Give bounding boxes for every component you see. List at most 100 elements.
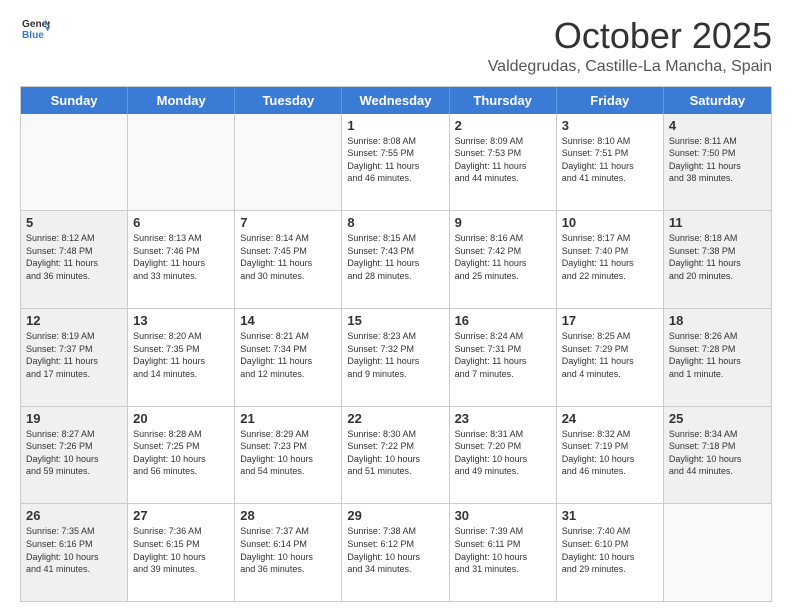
calendar-cell: 13 Sunrise: 8:20 AM Sunset: 7:35 PM Dayli…	[128, 309, 235, 406]
calendar-row: 12Sunrise: 8:19 AM Sunset: 7:37 PM Dayli…	[21, 308, 771, 406]
day-number: 2	[455, 118, 551, 133]
cell-info: Sunrise: 8:25 AM Sunset: 7:29 PM Dayligh…	[562, 330, 658, 380]
calendar-cell: 5 Sunrise: 8:12 AM Sunset: 7:48 PM Daylig…	[21, 211, 128, 308]
day-number: 7	[240, 215, 336, 230]
calendar-row: 19 Sunrise: 8:27 AM Sunset: 7:26 PM Dayli…	[21, 406, 771, 504]
calendar-cell: 25Sunrise: 8:34 AM Sunset: 7:18 PM Dayli…	[664, 407, 771, 504]
calendar-cell: 26Sunrise: 7:35 AM Sunset: 6:16 PM Dayli…	[21, 504, 128, 601]
cell-info: Sunrise: 8:29 AM Sunset: 7:23 PM Dayligh…	[240, 428, 336, 478]
calendar-cell: 10Sunrise: 8:17 AM Sunset: 7:40 PM Dayli…	[557, 211, 664, 308]
day-number: 27	[133, 508, 229, 523]
day-number: 24	[562, 411, 658, 426]
cell-info: Sunrise: 8:13 AM Sunset: 7:46 PM Dayligh…	[133, 232, 229, 282]
calendar-cell: 21 Sunrise: 8:29 AM Sunset: 7:23 PM Dayli…	[235, 407, 342, 504]
cell-info: Sunrise: 8:09 AM Sunset: 7:53 PM Dayligh…	[455, 135, 551, 185]
day-number: 19	[26, 411, 122, 426]
location-title: Valdegrudas, Castille-La Mancha, Spain	[488, 58, 772, 76]
cell-info: Sunrise: 8:27 AM Sunset: 7:26 PM Dayligh…	[26, 428, 122, 478]
weekday-header: Sunday	[21, 87, 128, 114]
month-title: October 2025	[488, 16, 772, 56]
cell-info: Sunrise: 8:20 AM Sunset: 7:35 PM Dayligh…	[133, 330, 229, 380]
calendar-cell: 23 Sunrise: 8:31 AM Sunset: 7:20 PM Dayli…	[450, 407, 557, 504]
calendar-cell: 7 Sunrise: 8:14 AM Sunset: 7:45 PM Daylig…	[235, 211, 342, 308]
weekday-header: Tuesday	[235, 87, 342, 114]
logo: General Blue	[20, 16, 50, 49]
calendar-cell: 17 Sunrise: 8:25 AM Sunset: 7:29 PM Dayli…	[557, 309, 664, 406]
day-number: 21	[240, 411, 336, 426]
day-number: 11	[669, 215, 766, 230]
calendar-header: SundayMondayTuesdayWednesdayThursdayFrid…	[21, 87, 771, 114]
calendar-cell: 1 Sunrise: 8:08 AM Sunset: 7:55 PM Daylig…	[342, 114, 449, 211]
title-section: October 2025 Valdegrudas, Castille-La Ma…	[488, 16, 772, 76]
calendar-cell: 6Sunrise: 8:13 AM Sunset: 7:46 PM Daylig…	[128, 211, 235, 308]
weekday-header: Wednesday	[342, 87, 449, 114]
weekday-header: Monday	[128, 87, 235, 114]
day-number: 1	[347, 118, 443, 133]
calendar-cell: 20Sunrise: 8:28 AM Sunset: 7:25 PM Dayli…	[128, 407, 235, 504]
day-number: 5	[26, 215, 122, 230]
cell-info: Sunrise: 7:38 AM Sunset: 6:12 PM Dayligh…	[347, 525, 443, 575]
cell-info: Sunrise: 8:16 AM Sunset: 7:42 PM Dayligh…	[455, 232, 551, 282]
svg-text:Blue: Blue	[22, 30, 44, 41]
calendar-cell: 14Sunrise: 8:21 AM Sunset: 7:34 PM Dayli…	[235, 309, 342, 406]
day-number: 17	[562, 313, 658, 328]
calendar-cell: 27Sunrise: 7:36 AM Sunset: 6:15 PM Dayli…	[128, 504, 235, 601]
calendar-row: 26Sunrise: 7:35 AM Sunset: 6:16 PM Dayli…	[21, 503, 771, 601]
day-number: 30	[455, 508, 551, 523]
cell-info: Sunrise: 8:19 AM Sunset: 7:37 PM Dayligh…	[26, 330, 122, 380]
day-number: 14	[240, 313, 336, 328]
day-number: 10	[562, 215, 658, 230]
calendar-cell: 29 Sunrise: 7:38 AM Sunset: 6:12 PM Dayli…	[342, 504, 449, 601]
day-number: 20	[133, 411, 229, 426]
cell-info: Sunrise: 7:40 AM Sunset: 6:10 PM Dayligh…	[562, 525, 658, 575]
calendar-cell	[128, 114, 235, 211]
day-number: 31	[562, 508, 658, 523]
cell-info: Sunrise: 7:35 AM Sunset: 6:16 PM Dayligh…	[26, 525, 122, 575]
cell-info: Sunrise: 8:14 AM Sunset: 7:45 PM Dayligh…	[240, 232, 336, 282]
calendar-body: 1 Sunrise: 8:08 AM Sunset: 7:55 PM Daylig…	[21, 114, 771, 601]
day-number: 28	[240, 508, 336, 523]
day-number: 9	[455, 215, 551, 230]
day-number: 18	[669, 313, 766, 328]
cell-info: Sunrise: 8:12 AM Sunset: 7:48 PM Dayligh…	[26, 232, 122, 282]
calendar-row: 5 Sunrise: 8:12 AM Sunset: 7:48 PM Daylig…	[21, 210, 771, 308]
calendar-cell: 3Sunrise: 8:10 AM Sunset: 7:51 PM Daylig…	[557, 114, 664, 211]
cell-info: Sunrise: 8:26 AM Sunset: 7:28 PM Dayligh…	[669, 330, 766, 380]
calendar-cell	[235, 114, 342, 211]
calendar-cell: 4 Sunrise: 8:11 AM Sunset: 7:50 PM Daylig…	[664, 114, 771, 211]
day-number: 23	[455, 411, 551, 426]
calendar-cell: 12Sunrise: 8:19 AM Sunset: 7:37 PM Dayli…	[21, 309, 128, 406]
cell-info: Sunrise: 8:23 AM Sunset: 7:32 PM Dayligh…	[347, 330, 443, 380]
calendar-cell: 19 Sunrise: 8:27 AM Sunset: 7:26 PM Dayli…	[21, 407, 128, 504]
cell-info: Sunrise: 8:15 AM Sunset: 7:43 PM Dayligh…	[347, 232, 443, 282]
cell-info: Sunrise: 8:31 AM Sunset: 7:20 PM Dayligh…	[455, 428, 551, 478]
day-number: 29	[347, 508, 443, 523]
calendar-cell	[21, 114, 128, 211]
calendar-cell: 28Sunrise: 7:37 AM Sunset: 6:14 PM Dayli…	[235, 504, 342, 601]
cell-info: Sunrise: 8:30 AM Sunset: 7:22 PM Dayligh…	[347, 428, 443, 478]
weekday-header: Thursday	[450, 87, 557, 114]
calendar-cell: 16Sunrise: 8:24 AM Sunset: 7:31 PM Dayli…	[450, 309, 557, 406]
calendar-cell: 15 Sunrise: 8:23 AM Sunset: 7:32 PM Dayli…	[342, 309, 449, 406]
day-number: 25	[669, 411, 766, 426]
day-number: 3	[562, 118, 658, 133]
calendar: SundayMondayTuesdayWednesdayThursdayFrid…	[20, 86, 772, 602]
cell-info: Sunrise: 8:11 AM Sunset: 7:50 PM Dayligh…	[669, 135, 766, 185]
page: General Blue October 2025 Valdegrudas, C…	[0, 0, 792, 612]
day-number: 13	[133, 313, 229, 328]
calendar-cell: 22 Sunrise: 8:30 AM Sunset: 7:22 PM Dayli…	[342, 407, 449, 504]
calendar-cell: 2 Sunrise: 8:09 AM Sunset: 7:53 PM Daylig…	[450, 114, 557, 211]
day-number: 15	[347, 313, 443, 328]
calendar-cell: 30Sunrise: 7:39 AM Sunset: 6:11 PM Dayli…	[450, 504, 557, 601]
cell-info: Sunrise: 8:08 AM Sunset: 7:55 PM Dayligh…	[347, 135, 443, 185]
calendar-cell: 24Sunrise: 8:32 AM Sunset: 7:19 PM Dayli…	[557, 407, 664, 504]
day-number: 22	[347, 411, 443, 426]
calendar-cell: 31 Sunrise: 7:40 AM Sunset: 6:10 PM Dayli…	[557, 504, 664, 601]
logo-icon: General Blue	[22, 16, 50, 44]
day-number: 16	[455, 313, 551, 328]
calendar-cell	[664, 504, 771, 601]
calendar-cell: 9 Sunrise: 8:16 AM Sunset: 7:42 PM Daylig…	[450, 211, 557, 308]
calendar-row: 1 Sunrise: 8:08 AM Sunset: 7:55 PM Daylig…	[21, 114, 771, 211]
day-number: 4	[669, 118, 766, 133]
weekday-header: Friday	[557, 87, 664, 114]
